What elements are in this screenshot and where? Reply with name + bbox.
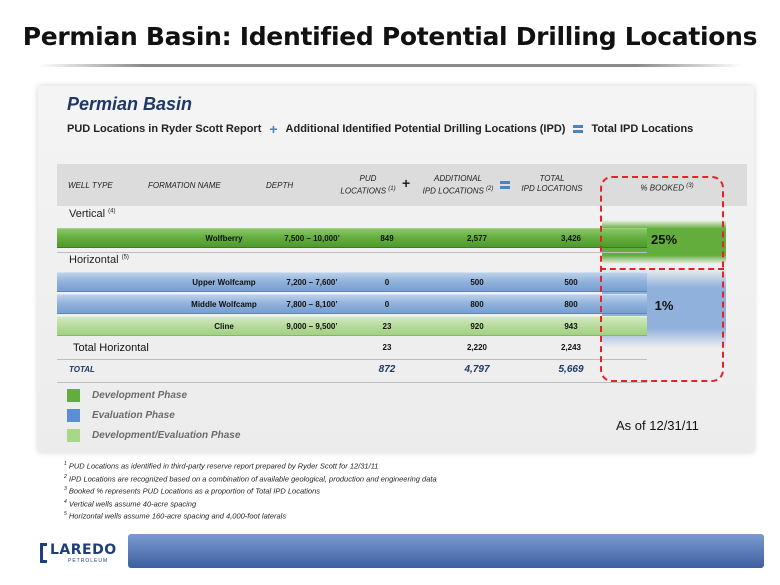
footnote-number: 5 — [64, 511, 67, 517]
header-depth: DEPTH — [266, 181, 294, 190]
phase-legend-development: Development Phase — [67, 389, 187, 402]
footnote: 5 Horizontal wells assume 160-acre spaci… — [64, 509, 437, 522]
header-additional-line1: ADDITIONAL — [433, 174, 482, 183]
footnote: 4 Vertical wells assume 40-acre spacing — [64, 497, 437, 510]
as-of-date: As of 12/31/11 — [616, 418, 699, 433]
equation-legend: PUD Locations in Ryder Scott Report + Ad… — [67, 120, 694, 137]
header-additional-note: (2) — [486, 186, 494, 192]
cell-label: TOTAL — [69, 365, 95, 374]
footnote-text: IPD Locations are recognized based on a … — [68, 474, 437, 483]
logo-bracket-icon — [40, 543, 47, 563]
legend-additional: Additional Identified Potential Drilling… — [285, 123, 566, 135]
cell-additional: 500 — [470, 278, 484, 287]
cell-additional: 920 — [470, 322, 484, 331]
section-horizontal: Horizontal (5) — [69, 254, 129, 266]
phase-legend-dev-eval: Development/Evaluation Phase — [67, 429, 240, 442]
section-vertical: Vertical (4) — [69, 208, 115, 220]
development-swatch — [67, 389, 80, 402]
cell-total: 500 — [564, 278, 578, 287]
cell-total: 3,426 — [560, 234, 582, 243]
cell-label: Total Horizontal — [73, 342, 149, 354]
footnote-text: Booked % represents PUD Locations as a p… — [68, 486, 320, 496]
table-row-total: TOTAL 872 4,797 5,669 — [57, 360, 647, 380]
divider — [57, 382, 647, 383]
header-total-line2: IPD LOCATIONS — [521, 184, 583, 193]
legend-total: Total IPD Locations — [591, 123, 694, 135]
table-row: Middle Wolfcamp 7,800 – 8,100’ 0 800 800 — [57, 294, 647, 314]
cell-pud: 0 — [384, 300, 390, 309]
booked-highlight-divider — [600, 268, 724, 270]
footnote-number: 3 — [64, 486, 67, 492]
header-formation: FORMATION NAME — [148, 181, 221, 190]
header-equals — [500, 181, 510, 192]
logo-wordmark: LAREDO — [50, 542, 117, 558]
cell-pud: 849 — [380, 234, 394, 243]
logo-subtitle: PETROLEUM — [68, 558, 109, 564]
footnote: 2 IPD Locations are recognized based on … — [64, 472, 437, 485]
phase-legend-evaluation: Evaluation Phase — [67, 409, 175, 422]
header-additional-line2: IPD LOCATIONS — [422, 186, 484, 196]
header-total: TOTAL IPD LOCATIONS — [514, 174, 590, 194]
header-plus-icon: + — [402, 175, 411, 191]
divider — [57, 252, 647, 253]
footnote-text: Vertical wells assume 40-acre spacing — [68, 499, 197, 508]
table-row: Wolfberry 7,500 – 10,000’ 849 2,577 3,42… — [57, 228, 647, 248]
dev-eval-swatch — [67, 429, 80, 442]
footer-bar — [128, 534, 764, 568]
header-pud-line2: LOCATIONS — [340, 186, 387, 196]
cell-pud: 23 — [382, 322, 392, 331]
table-row-total-horizontal: Total Horizontal 23 2,220 2,243 — [57, 338, 647, 358]
header-pud-note: (1) — [388, 186, 396, 192]
table-row: Upper Wolfcamp 7,200 – 7,600’ 0 500 500 — [57, 272, 647, 292]
cell-total: 5,669 — [558, 364, 584, 375]
plus-icon: + — [269, 120, 278, 137]
content-panel: Permian Basin PUD Locations in Ryder Sco… — [38, 86, 754, 452]
footnote-text: PUD Locations as identified in third-par… — [68, 461, 379, 471]
phase-legend-label: Development Phase — [92, 390, 188, 401]
footnote: 1 PUD Locations as identified in third-p… — [64, 459, 437, 472]
header-equals-icon — [500, 181, 510, 189]
company-logo: LAREDO PETROLEUM — [40, 541, 124, 565]
table-row: Cline 9,000 – 9,500’ 23 920 943 — [57, 316, 647, 336]
phase-legend-label: Evaluation Phase — [92, 410, 175, 421]
section-vertical-note: (4) — [108, 208, 116, 215]
header-additional: ADDITIONAL IPD LOCATIONS (2) — [416, 174, 500, 197]
booked-highlight-box — [600, 176, 724, 382]
equals-icon — [573, 125, 584, 133]
cell-total: 943 — [564, 322, 578, 331]
header-pud: PUD LOCATIONS (1) — [338, 174, 398, 197]
section-vertical-label: Vertical — [69, 208, 106, 220]
footnote-number: 2 — [64, 473, 67, 480]
header-pud-line1: PUD — [359, 174, 377, 183]
phase-legend-label: Development/Evaluation Phase — [92, 430, 241, 441]
legend-pud: PUD Locations in Ryder Scott Report — [67, 123, 262, 135]
footnotes: 1 PUD Locations as identified in third-p… — [64, 459, 437, 522]
panel-title: Permian Basin — [67, 94, 193, 114]
cell-pud: 872 — [378, 364, 396, 375]
footnote: 3 Booked % represents PUD Locations as a… — [64, 484, 437, 497]
footnote-number: 1 — [64, 461, 67, 467]
footnote-number: 4 — [64, 498, 67, 505]
cell-pud: 0 — [384, 278, 390, 287]
page-title: Permian Basin: Identified Potential Dril… — [22, 22, 758, 51]
section-horizontal-label: Horizontal — [69, 254, 119, 266]
title-divider — [38, 64, 742, 67]
header-well-type: WELL TYPE — [68, 181, 113, 190]
cell-additional: 4,797 — [464, 364, 490, 375]
cell-additional: 800 — [470, 300, 484, 309]
section-horizontal-note: (5) — [121, 254, 129, 261]
cell-pud: 23 — [382, 343, 392, 352]
evaluation-swatch — [67, 409, 80, 422]
cell-total: 800 — [564, 300, 578, 309]
cell-total: 2,243 — [560, 343, 582, 352]
header-total-line1: TOTAL — [539, 174, 565, 183]
cell-additional: 2,577 — [466, 234, 488, 243]
cell-additional: 2,220 — [466, 343, 488, 352]
footnote-text: Horizontal wells assume 160-acre spacing… — [68, 511, 287, 521]
slide: Permian Basin: Identified Potential Dril… — [0, 0, 780, 585]
